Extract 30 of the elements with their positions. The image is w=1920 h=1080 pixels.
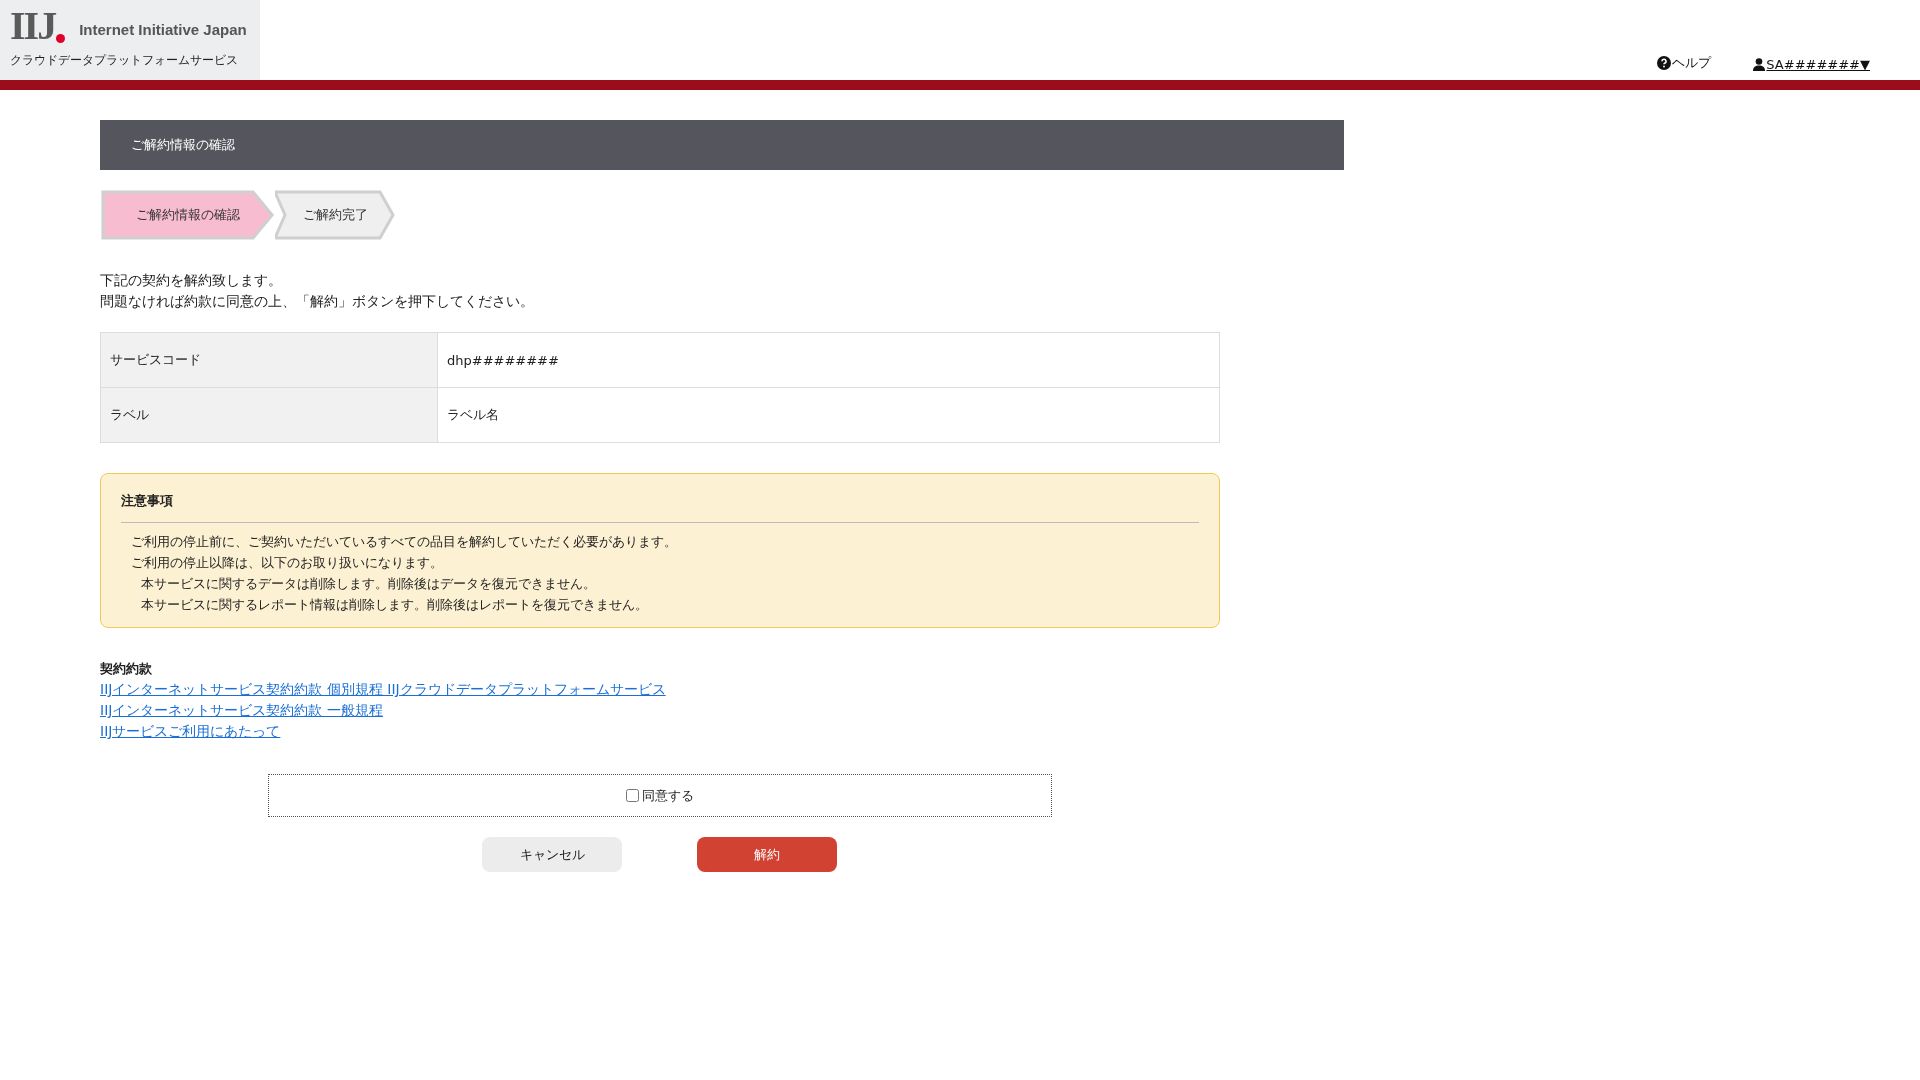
service-name: クラウドデータプラットフォームサービス [10, 52, 239, 69]
terms-title: 契約約款 [100, 660, 153, 678]
logo-mark: IIJ [10, 6, 56, 46]
cancel-button[interactable]: キャンセル [482, 837, 622, 872]
detail-label: サービスコード [100, 332, 438, 388]
step-indicator: ご解約情報の確認 [100, 190, 275, 240]
step-indicator: ご解約完了 [275, 190, 395, 240]
terms-link[interactable]: IIJインターネットサービス契約約款 個別規程 IIJクラウドデータプラットフォームサービス [100, 679, 666, 700]
page-title: ご解約情報の確認 [100, 120, 1344, 170]
detail-value: dhp######## [437, 332, 1220, 388]
terms-link[interactable]: IIJサービスご利用にあたって [100, 721, 281, 742]
detail-value: ラベル名 [437, 387, 1220, 443]
detail-label: ラベル [100, 387, 438, 443]
help-icon [1657, 56, 1672, 70]
cancel-contract-button[interactable]: 解約 [697, 837, 837, 872]
logo-dot-icon [56, 34, 66, 43]
intro-text: 問題なければ約款に同意の上、「解約」ボタンを押下してください。 [100, 292, 535, 311]
user-icon [1753, 58, 1766, 71]
agree-checkbox[interactable] [626, 789, 639, 802]
help-link[interactable]: ヘルプ [1657, 54, 1712, 72]
notice-text: ご利用の停止前に、ご契約いただいているすべての品目を解約していただく必要があります。 [131, 533, 678, 551]
intro-text: 下記の契約を解約致します。 [100, 271, 283, 290]
logo-text: Internet Initiative Japan [79, 21, 247, 38]
user-menu[interactable]: SA#######▼ [1753, 57, 1870, 72]
agree-label: 同意する [642, 786, 694, 805]
notice-text: 本サービスに関するレポート情報は削除します。削除後はレポートを復元できません。 [140, 596, 649, 614]
terms-link[interactable]: IIJインターネットサービス契約約款 一般規程 [100, 700, 383, 721]
notice-title: 注意事項 [121, 492, 1199, 523]
notice-text: ご利用の停止以降は、以下のお取り扱いになります。 [131, 554, 444, 572]
notice-text: 本サービスに関するデータは削除します。削除後はデータを復元できません。 [140, 575, 597, 593]
